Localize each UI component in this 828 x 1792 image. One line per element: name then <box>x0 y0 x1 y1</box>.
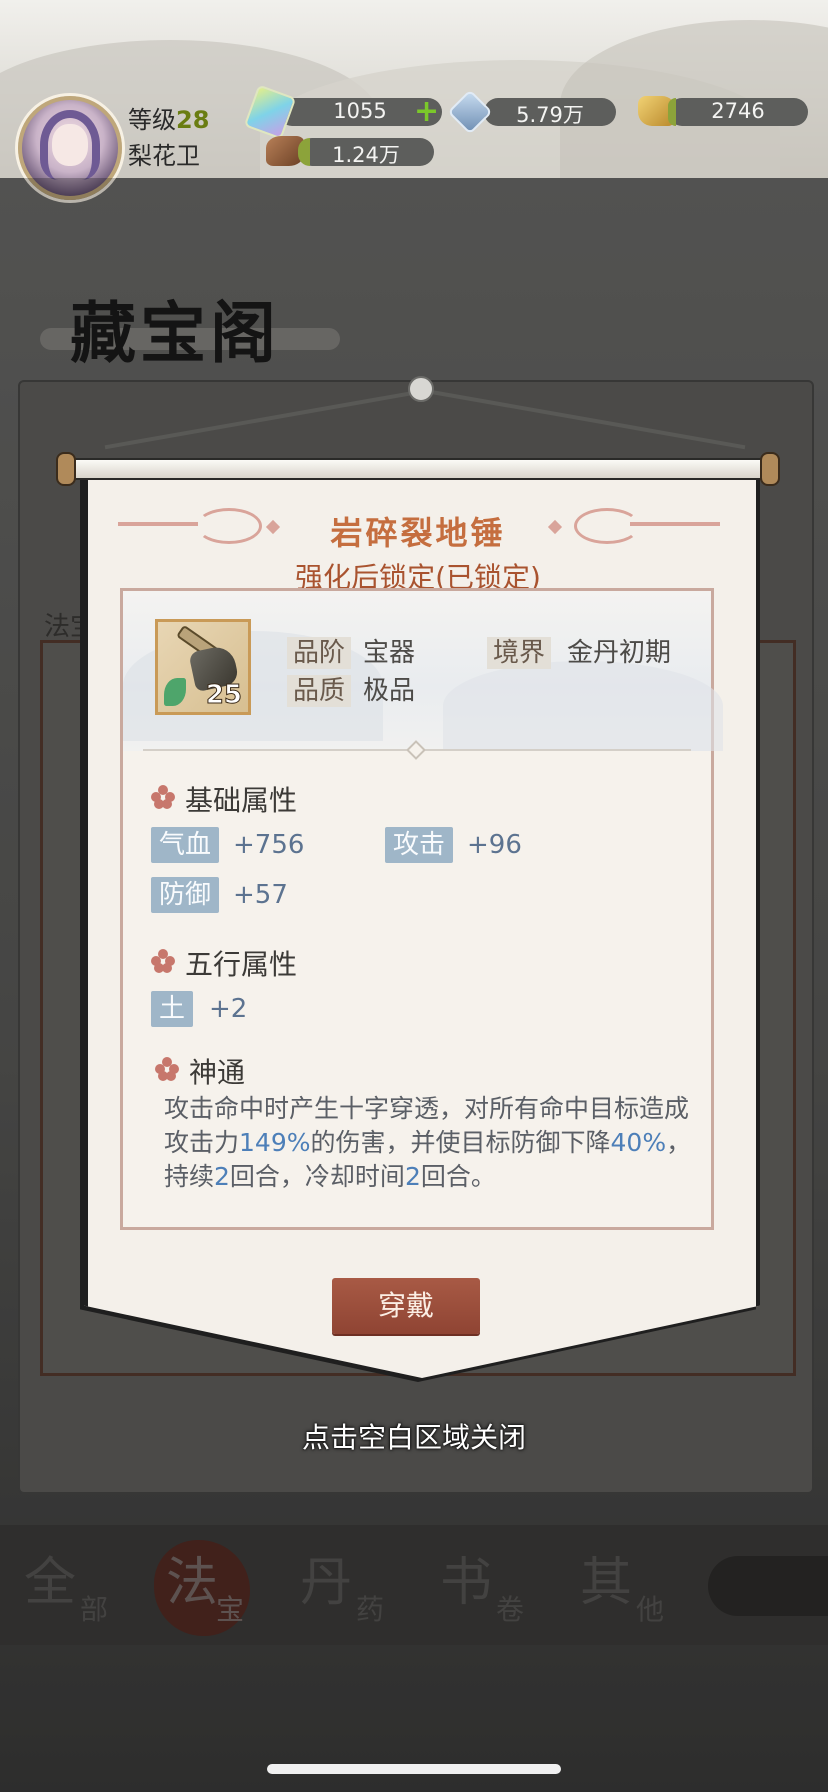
scroll-rod-end-left <box>56 452 76 486</box>
attr-def-label: 防御 <box>151 877 220 913</box>
attr-earth-label: 土 <box>151 991 194 1027</box>
wood-counter: 1.24万 <box>266 136 434 167</box>
attr-earth-value: +2 <box>209 994 248 1024</box>
attr-hp-value: +756 <box>233 830 305 860</box>
element-attr-title: 五行属性 <box>185 948 298 981</box>
quality-label: 品质 <box>287 675 352 707</box>
rainbow-gem-counter: 1055 + <box>243 84 442 140</box>
realm-label: 境界 <box>487 637 552 669</box>
flower-icon <box>155 1057 179 1081</box>
attr-atk-value: +96 <box>467 830 522 860</box>
flower-icon <box>151 949 175 973</box>
grade-label: 品阶 <box>287 637 352 669</box>
skill-description: 攻击命中时产生十字穿透，对所有命中目标造成攻击力149%的伤害，并使目标防御下降… <box>164 1094 692 1191</box>
quality-value: 极品 <box>363 676 416 706</box>
item-name: 岩碎裂地锤 <box>330 514 506 552</box>
wear-button[interactable]: 穿戴 <box>332 1278 480 1334</box>
attr-def-value: +57 <box>233 880 288 910</box>
close-hint: 点击空白区域关闭 <box>301 1421 526 1454</box>
home-indicator[interactable] <box>267 1764 561 1774</box>
scroll-hook <box>408 376 434 402</box>
player-name: 梨花卫 <box>128 142 200 170</box>
hammer-icon: 25 <box>155 619 251 715</box>
add-gem-button[interactable]: + <box>414 97 439 127</box>
blue-gem-counter: 5.79万 <box>447 89 616 135</box>
realm-value: 金丹初期 <box>567 638 672 668</box>
skill-title: 神通 <box>189 1056 246 1089</box>
scroll-rod-end-right <box>760 452 780 486</box>
grade-value: 宝器 <box>363 638 416 668</box>
item-level: 25 <box>205 680 242 711</box>
level-value: 28 <box>176 106 210 134</box>
gold-counter: 2746 <box>638 96 808 126</box>
base-attr-title: 基础属性 <box>185 784 298 817</box>
scroll-rod <box>60 458 776 480</box>
attr-atk-label: 攻击 <box>385 827 454 863</box>
player-level: 等级28 <box>128 106 210 134</box>
flower-icon <box>151 785 175 809</box>
attr-hp-label: 气血 <box>151 827 220 863</box>
